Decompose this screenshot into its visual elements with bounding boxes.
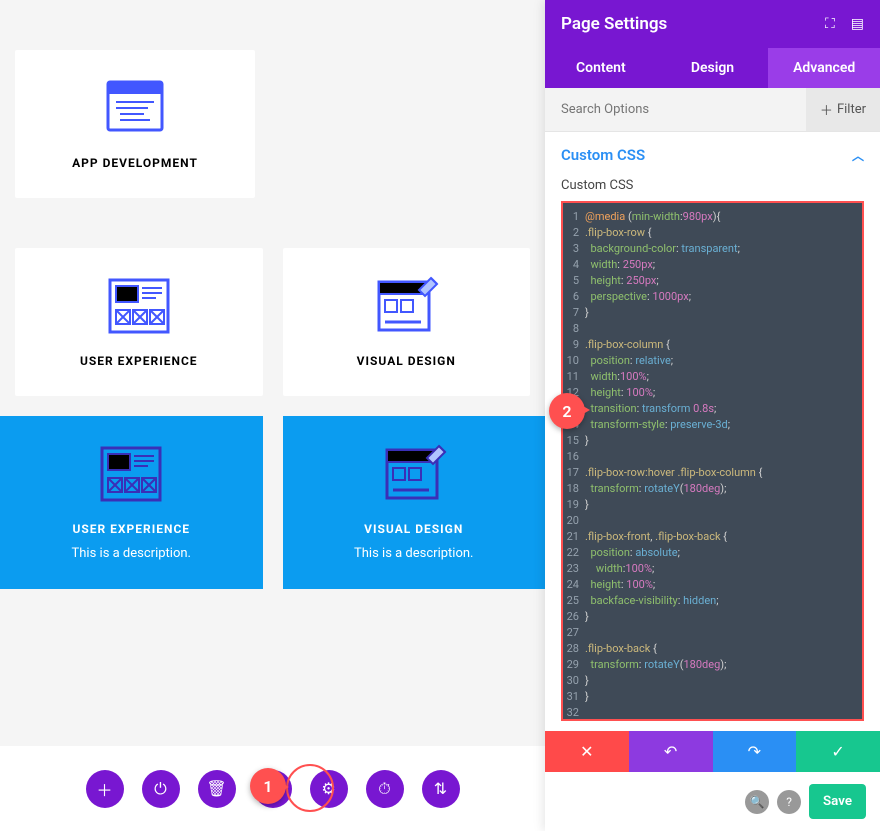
undo-button[interactable]: ↶ <box>629 731 713 772</box>
callout-arrow-2 <box>576 402 590 418</box>
save-row: 🔍 ? Save <box>545 772 880 831</box>
app-icon <box>100 78 170 138</box>
callout-arrow-1 <box>275 779 289 795</box>
redo-button[interactable]: ↷ <box>713 731 797 772</box>
help-search-icon[interactable]: 🔍 <box>745 790 769 814</box>
card-title: APP DEVELOPMENT <box>25 156 245 170</box>
ux-icon <box>96 444 166 504</box>
expand-icon[interactable]: ⛶ <box>825 16 835 32</box>
panel-footer: ✕ ↶ ↷ ✓ <box>545 731 880 772</box>
css-code-outline: 1@media (min-width:980px){2.flip-box-row… <box>561 201 864 721</box>
dock-icon[interactable]: ▤ <box>851 16 864 32</box>
card-title: VISUAL DESIGN <box>293 354 521 368</box>
filter-button[interactable]: ＋Filter <box>806 88 880 131</box>
sort-button[interactable]: ⇅ <box>422 770 460 808</box>
card-title: VISUAL DESIGN <box>293 522 536 536</box>
save-button[interactable]: Save <box>809 784 866 819</box>
confirm-button[interactable]: ✓ <box>796 731 880 772</box>
card-app-development[interactable]: APP DEVELOPMENT <box>15 50 255 198</box>
canvas-area: APP DEVELOPMENT USER EXPERIENCE VISUAL D… <box>0 0 545 831</box>
chevron-up-icon: ︿ <box>852 147 864 164</box>
power-button[interactable]: ⏻ <box>142 770 180 808</box>
plus-icon: ＋ <box>820 100 833 119</box>
delete-button[interactable]: 🗑 <box>198 770 236 808</box>
card-user-experience-back[interactable]: USER EXPERIENCE This is a description. <box>0 416 263 589</box>
search-row: ＋Filter <box>545 88 880 132</box>
discard-button[interactable]: ✕ <box>545 731 629 772</box>
card-title: USER EXPERIENCE <box>10 522 253 536</box>
visual-design-icon <box>379 444 449 504</box>
card-visual-design-back[interactable]: VISUAL DESIGN This is a description. <box>283 416 546 589</box>
add-button[interactable]: ＋ <box>86 770 124 808</box>
callout-ring <box>286 764 334 812</box>
card-description: This is a description. <box>10 546 253 561</box>
section-custom-css[interactable]: Custom CSS ︿ <box>545 132 880 178</box>
tab-content[interactable]: Content <box>545 48 657 88</box>
settings-panel: Page Settings ⛶ ▤ Content Design Advance… <box>545 0 880 831</box>
tab-advanced[interactable]: Advanced <box>768 48 880 88</box>
tabs: Content Design Advanced <box>545 48 880 88</box>
visual-design-icon <box>371 276 441 336</box>
card-visual-design[interactable]: VISUAL DESIGN <box>283 248 531 396</box>
card-title: USER EXPERIENCE <box>25 354 253 368</box>
panel-title: Page Settings <box>561 14 667 34</box>
custom-css-editor[interactable]: 1@media (min-width:980px){2.flip-box-row… <box>563 203 862 721</box>
card-user-experience[interactable]: USER EXPERIENCE <box>15 248 263 396</box>
help-icon[interactable]: ? <box>777 790 801 814</box>
search-input[interactable] <box>545 88 806 131</box>
tab-design[interactable]: Design <box>657 48 769 88</box>
ux-icon <box>104 276 174 336</box>
history-button[interactable]: ⏱ <box>366 770 404 808</box>
panel-header: Page Settings ⛶ ▤ <box>545 0 880 48</box>
css-field-label: Custom CSS <box>545 178 880 201</box>
card-description: This is a description. <box>293 546 536 561</box>
